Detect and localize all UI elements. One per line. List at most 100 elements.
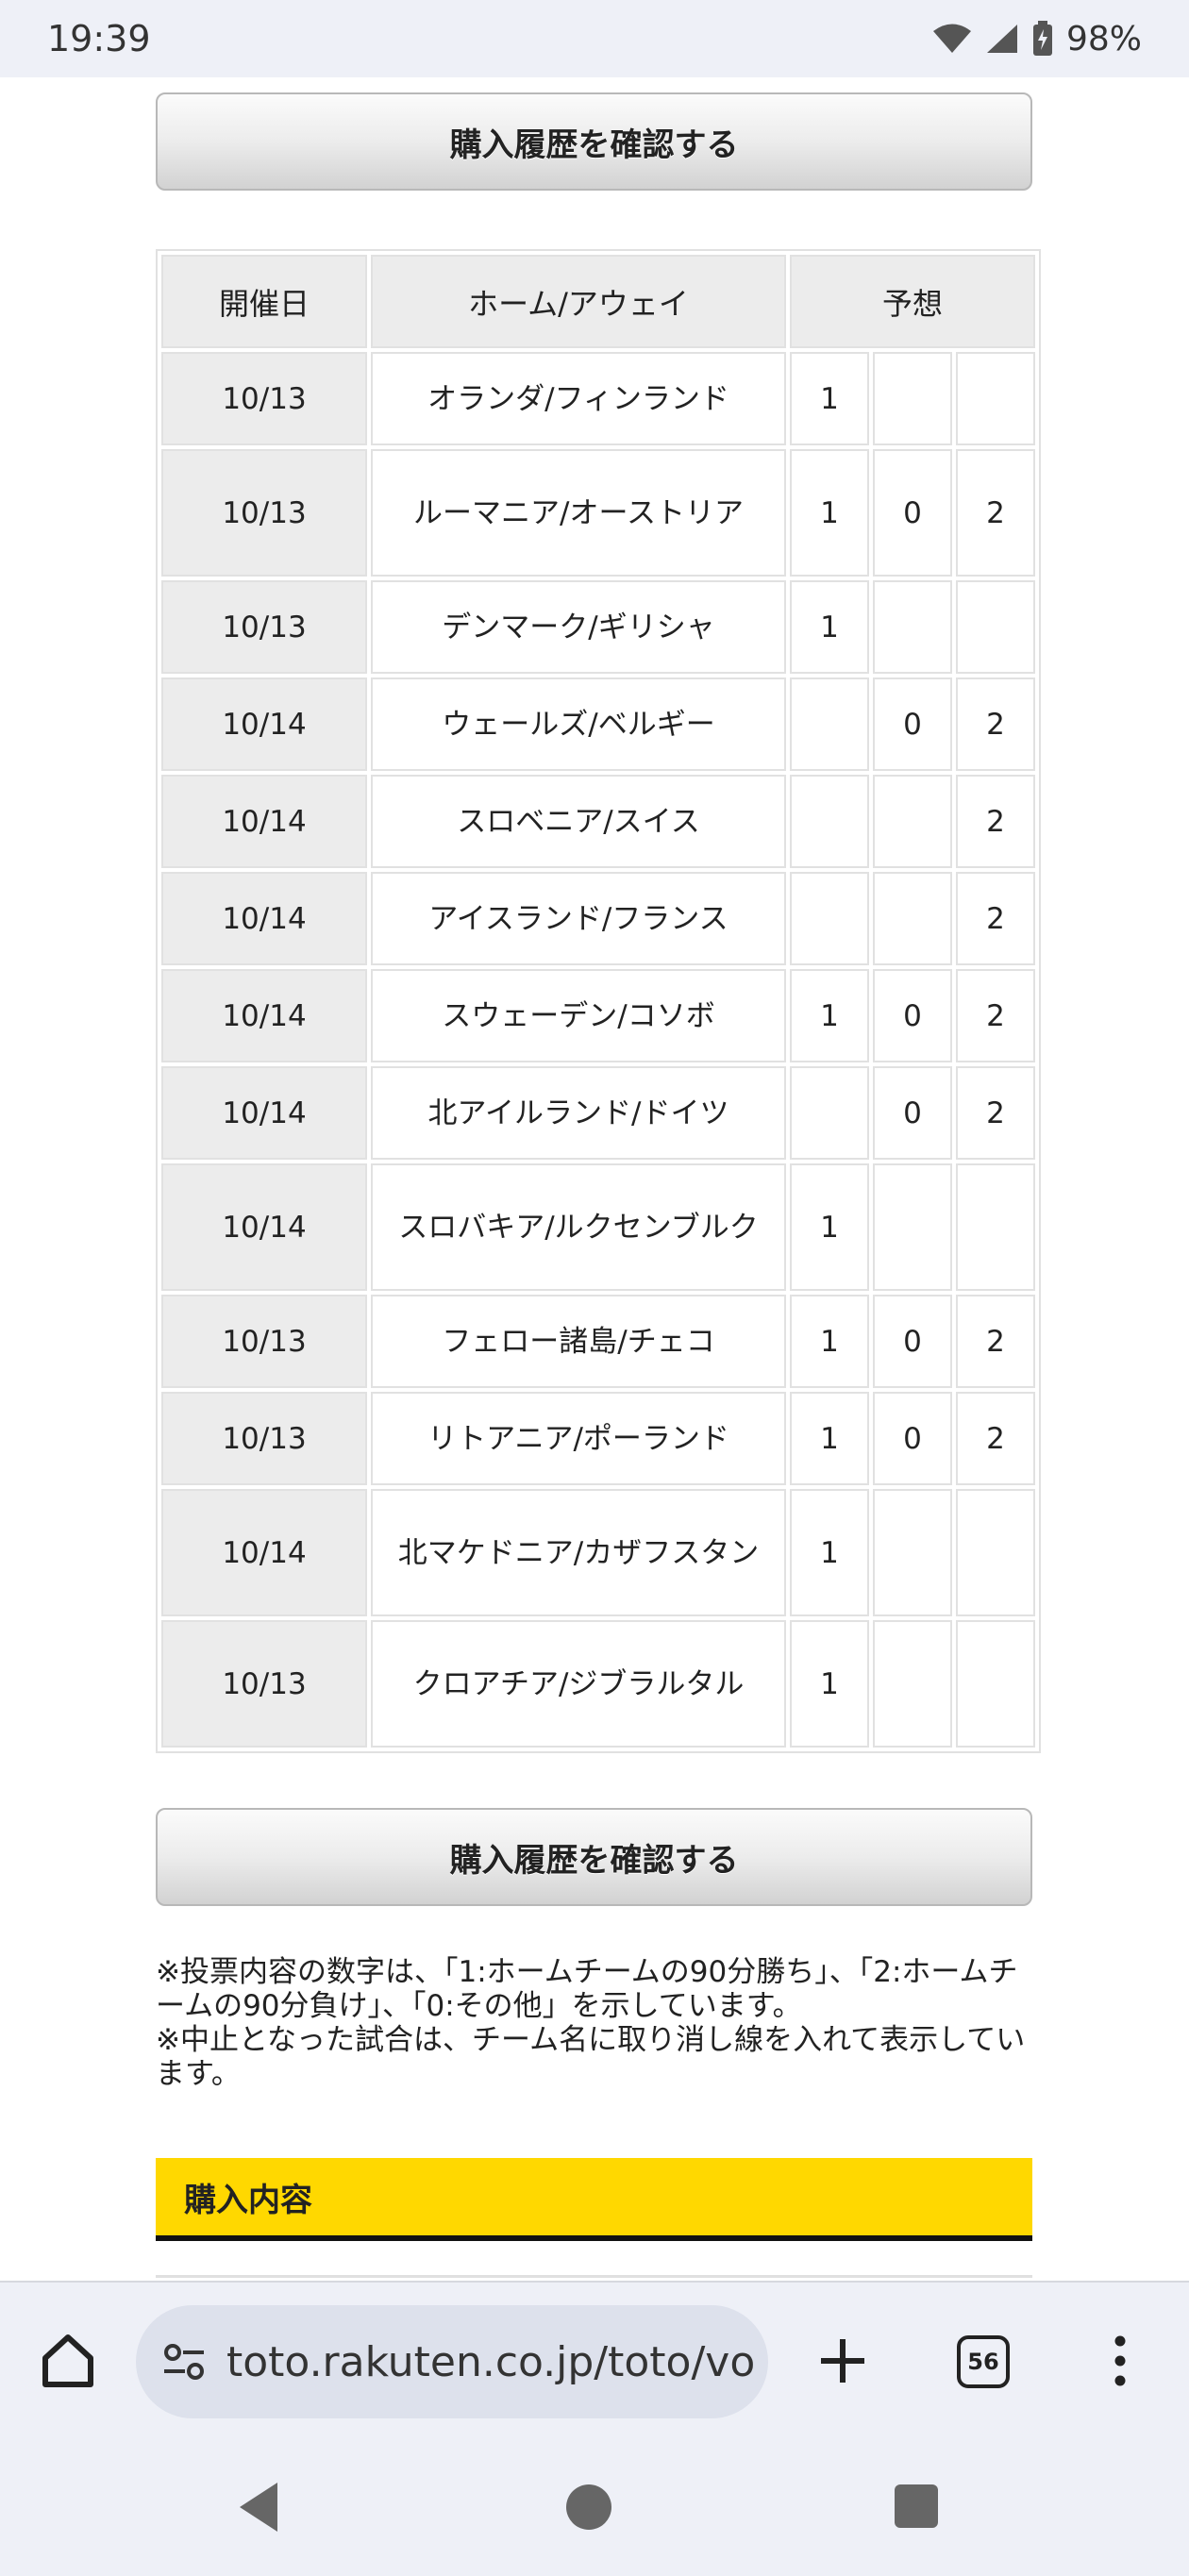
pick-1	[790, 1066, 869, 1160]
pick-1	[790, 872, 869, 965]
table-row: 10/13 デンマーク/ギリシャ 1	[161, 580, 1036, 674]
pick-1: 1	[790, 1392, 869, 1485]
pick-0: 0	[873, 969, 952, 1062]
table-row: 10/14 スロバキア/ルクセンブルク 1	[161, 1163, 1036, 1291]
pick-0	[873, 1163, 952, 1291]
match-date: 10/13	[161, 580, 367, 674]
section-title-purchase: 購入内容	[156, 2158, 1032, 2241]
match-date: 10/13	[161, 1392, 367, 1485]
pick-2: 2	[956, 1066, 1036, 1160]
pick-1: 1	[790, 1620, 869, 1748]
table-row: 10/13 ルーマニア/オーストリア 1 0 2	[161, 449, 1036, 577]
prediction-table: 開催日 ホーム/アウェイ 予想 10/13 オランダ/フィンランド 1 10/1…	[156, 249, 1042, 1753]
url-text: toto.rakuten.co.jp/toto/vo	[226, 2337, 756, 2386]
site-settings-icon[interactable]	[160, 2338, 208, 2385]
table-row: 10/14 北アイルランド/ドイツ 0 2	[161, 1066, 1036, 1160]
table-row: 10/14 北マケドニア/カザフスタン 1	[161, 1489, 1036, 1616]
nav-home-icon[interactable]	[566, 2484, 611, 2530]
tab-switcher-button[interactable]: 56	[957, 2335, 1010, 2388]
pick-1: 1	[790, 1163, 869, 1291]
match-teams: アイスランド/フランス	[371, 872, 786, 965]
match-teams: フェロー諸島/チェコ	[371, 1295, 786, 1388]
pick-1: 1	[790, 449, 869, 577]
table-row: 10/14 スウェーデン/コソボ 1 0 2	[161, 969, 1036, 1062]
match-teams: ウェールズ/ベルギー	[371, 677, 786, 771]
home-icon[interactable]	[38, 2330, 98, 2390]
table-row: 10/14 アイスランド/フランス 2	[161, 872, 1036, 965]
purchase-history-button-top[interactable]: 購入履歴を確認する	[156, 92, 1032, 191]
table-row: 10/14 スロベニア/スイス 2	[161, 775, 1036, 868]
pick-1	[790, 677, 869, 771]
section-divider	[156, 2275, 1032, 2278]
notes: ※投票内容の数字は、「1:ホームチームの90分勝ち」、「2:ホームチームの90分…	[156, 1955, 1032, 2091]
pick-0: 0	[873, 1392, 952, 1485]
match-date: 10/13	[161, 352, 367, 445]
match-date: 10/14	[161, 775, 367, 868]
table-row: 10/13 クロアチア/ジブラルタル 1	[161, 1620, 1036, 1748]
note-cancelled: ※中止となった試合は、チーム名に取り消し線を入れて表示しています。	[156, 2023, 1026, 2091]
pick-0: 0	[873, 449, 952, 577]
pick-1	[790, 775, 869, 868]
match-teams: 北マケドニア/カザフスタン	[371, 1489, 786, 1616]
match-teams: ルーマニア/オーストリア	[371, 449, 786, 577]
pick-1: 1	[790, 969, 869, 1062]
pick-2	[956, 1489, 1036, 1616]
system-nav-bar	[0, 2441, 1189, 2576]
more-menu-icon[interactable]	[1104, 2330, 1136, 2392]
match-date: 10/14	[161, 872, 367, 965]
table-row: 10/13 フェロー諸島/チェコ 1 0 2	[161, 1295, 1036, 1388]
browser-toolbar: toto.rakuten.co.jp/toto/vo 56	[0, 2281, 1189, 2441]
battery-level: 98%	[1065, 19, 1142, 59]
pick-0: 0	[873, 1066, 952, 1160]
back-icon[interactable]	[236, 2481, 281, 2534]
pick-2: 2	[956, 969, 1036, 1062]
pick-1: 1	[790, 1295, 869, 1388]
pick-2	[956, 580, 1036, 674]
match-teams: クロアチア/ジブラルタル	[371, 1620, 786, 1748]
signal-icon	[986, 25, 1017, 53]
new-tab-icon[interactable]	[812, 2330, 874, 2392]
note-pick-legend: ※投票内容の数字は、「1:ホームチームの90分勝ち」、「2:ホームチームの90分…	[156, 1955, 1018, 2023]
match-date: 10/14	[161, 677, 367, 771]
pick-0	[873, 775, 952, 868]
pick-0: 0	[873, 677, 952, 771]
match-date: 10/13	[161, 1295, 367, 1388]
address-bar[interactable]: toto.rakuten.co.jp/toto/vo	[136, 2305, 768, 2418]
pick-0	[873, 1489, 952, 1616]
pick-1: 1	[790, 352, 869, 445]
pick-0	[873, 1620, 952, 1748]
match-teams: リトアニア/ポーランド	[371, 1392, 786, 1485]
recents-icon[interactable]	[895, 2484, 938, 2528]
pick-1: 1	[790, 1489, 869, 1616]
status-bar: 19:39 98%	[0, 0, 1189, 77]
header-prediction: 予想	[790, 255, 1036, 348]
pick-0: 0	[873, 1295, 952, 1388]
match-teams: スロバキア/ルクセンブルク	[371, 1163, 786, 1291]
header-date: 開催日	[161, 255, 367, 348]
pick-2: 2	[956, 775, 1036, 868]
match-date: 10/14	[161, 1489, 367, 1616]
pick-2: 2	[956, 449, 1036, 577]
pick-2: 2	[956, 1295, 1036, 1388]
match-teams: スロベニア/スイス	[371, 775, 786, 868]
wifi-icon	[932, 24, 971, 53]
table-row: 10/13 リトアニア/ポーランド 1 0 2	[161, 1392, 1036, 1485]
purchase-history-button-bottom[interactable]: 購入履歴を確認する	[156, 1808, 1032, 1906]
pick-2	[956, 1620, 1036, 1748]
pick-2	[956, 1163, 1036, 1291]
pick-1: 1	[790, 580, 869, 674]
match-date: 10/13	[161, 1620, 367, 1748]
match-date: 10/13	[161, 449, 367, 577]
pick-2: 2	[956, 677, 1036, 771]
table-row: 10/13 オランダ/フィンランド 1	[161, 352, 1036, 445]
pick-0	[873, 352, 952, 445]
table-row: 10/14 ウェールズ/ベルギー 0 2	[161, 677, 1036, 771]
tab-count: 56	[967, 2349, 999, 2375]
pick-2	[956, 352, 1036, 445]
header-match: ホーム/アウェイ	[371, 255, 786, 348]
status-icons: 98%	[932, 20, 1142, 59]
pick-0	[873, 580, 952, 674]
status-time: 19:39	[47, 18, 151, 59]
match-teams: デンマーク/ギリシャ	[371, 580, 786, 674]
match-date: 10/14	[161, 1163, 367, 1291]
